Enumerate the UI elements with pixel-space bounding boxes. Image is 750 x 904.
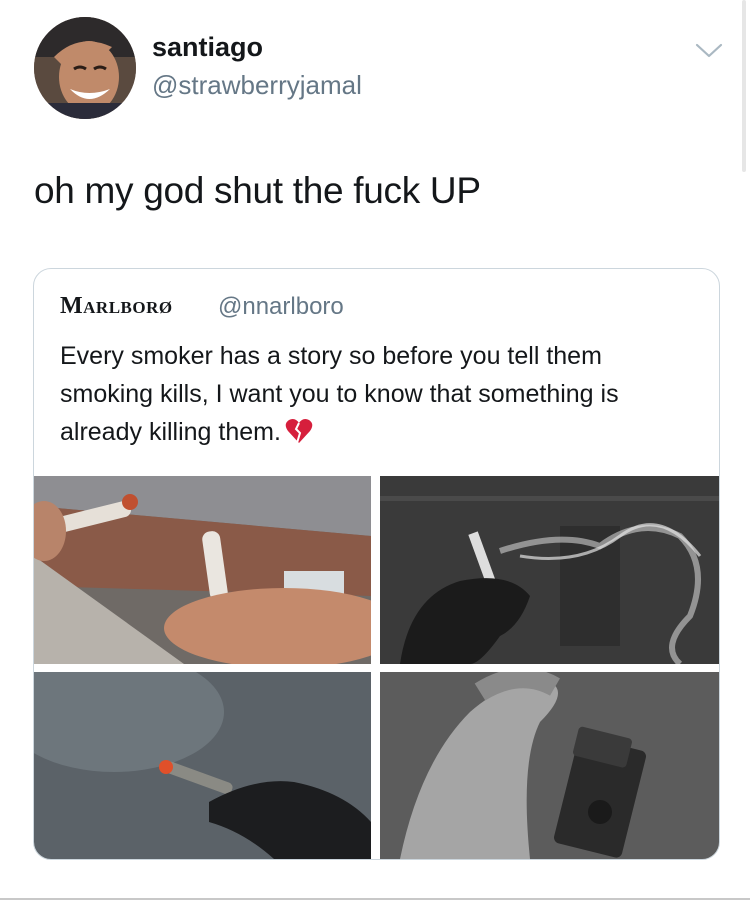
scrollbar[interactable] — [742, 0, 746, 172]
quoted-tweet[interactable]: Marlborø @nnarlboro Every smoker has a s… — [33, 268, 720, 860]
quoted-user-handle[interactable]: @nnarlboro — [218, 293, 344, 321]
quoted-text-body: Every smoker has a story so before you t… — [60, 342, 619, 446]
chevron-down-icon[interactable] — [694, 40, 724, 60]
user-handle[interactable]: @strawberryjamal — [152, 70, 362, 101]
display-name[interactable]: santiago — [152, 32, 263, 63]
photo-cigarettes-rooftop[interactable] — [34, 476, 371, 664]
broken-heart-icon — [285, 419, 313, 444]
divider — [0, 898, 750, 900]
tweet-text: oh my god shut the fuck UP — [34, 170, 481, 211]
photo-hand-lighter[interactable] — [380, 672, 719, 859]
avatar[interactable] — [34, 17, 136, 119]
quoted-tweet-text: Every smoker has a story so before you t… — [60, 337, 680, 451]
photo-hand-smoke[interactable] — [380, 476, 719, 664]
quoted-display-name[interactable]: Marlborø — [60, 293, 173, 320]
photo-cigarette-dark[interactable] — [34, 672, 371, 859]
